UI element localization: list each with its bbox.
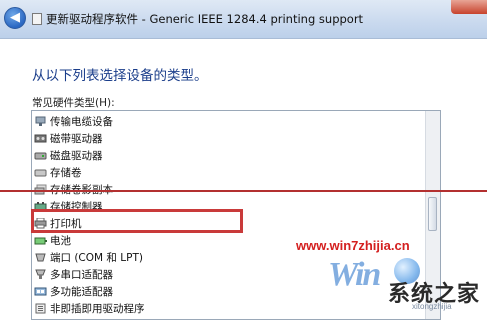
window-title: 更新驱动程序软件 - Generic IEEE 1284.4 printing …: [46, 12, 364, 26]
list-item[interactable]: 传输电缆设备: [34, 113, 113, 130]
close-button[interactable]: [451, 0, 487, 14]
list-item-label: 端口 (COM 和 LPT): [50, 252, 143, 264]
list-item-label: 磁带驱动器: [50, 133, 103, 145]
tape-drive-icon: [34, 133, 47, 144]
watermark-subtext: xitongzhijia: [412, 302, 452, 311]
list-item-label: 非即插即用驱动程序: [50, 303, 145, 315]
list-item-label: 多功能适配器: [50, 286, 113, 298]
storage-volume-icon: [34, 167, 47, 178]
list-item[interactable]: 存储卷: [34, 164, 82, 181]
title-bar: ◀ 更新驱动程序软件 - Generic IEEE 1284.4 printin…: [0, 0, 487, 39]
multifunction-adapter-icon: [34, 286, 47, 297]
back-arrow-icon: ◀: [10, 10, 20, 25]
scrollbar-thumb[interactable]: [428, 197, 437, 231]
list-item[interactable]: 端口 (COM 和 LPT): [34, 249, 143, 266]
annotation-divider-line: [0, 190, 487, 192]
cable-device-icon: [34, 116, 47, 127]
list-item[interactable]: 非即插即用驱动程序: [34, 300, 145, 317]
watermark-url: www.win7zhijia.cn: [296, 238, 410, 253]
list-item-label: 存储卷: [50, 167, 82, 179]
page-heading: 从以下列表选择设备的类型。: [32, 68, 208, 84]
list-item[interactable]: 磁带驱动器: [34, 130, 103, 147]
list-item[interactable]: 磁盘驱动器: [34, 147, 103, 164]
multiport-serial-icon: [34, 269, 47, 280]
port-icon: [34, 252, 47, 263]
back-button[interactable]: ◀: [4, 7, 26, 29]
disk-drive-icon: [34, 150, 47, 161]
list-item-label: 电池: [50, 235, 71, 247]
window-icon: [32, 13, 42, 25]
watermark-logo: Win: [328, 256, 381, 293]
list-item[interactable]: 电池: [34, 232, 71, 249]
non-pnp-driver-icon: [34, 303, 47, 314]
annotation-highlight-box: [31, 209, 243, 233]
hardware-type-label: 常见硬件类型(H):: [32, 97, 115, 109]
list-item-label: 多串口适配器: [50, 269, 113, 281]
list-item-label: 磁盘驱动器: [50, 150, 103, 162]
list-item[interactable]: 多串口适配器: [34, 266, 113, 283]
list-item-label: 传输电缆设备: [50, 116, 113, 128]
battery-icon: [34, 235, 47, 246]
list-item[interactable]: 多功能适配器: [34, 283, 113, 300]
